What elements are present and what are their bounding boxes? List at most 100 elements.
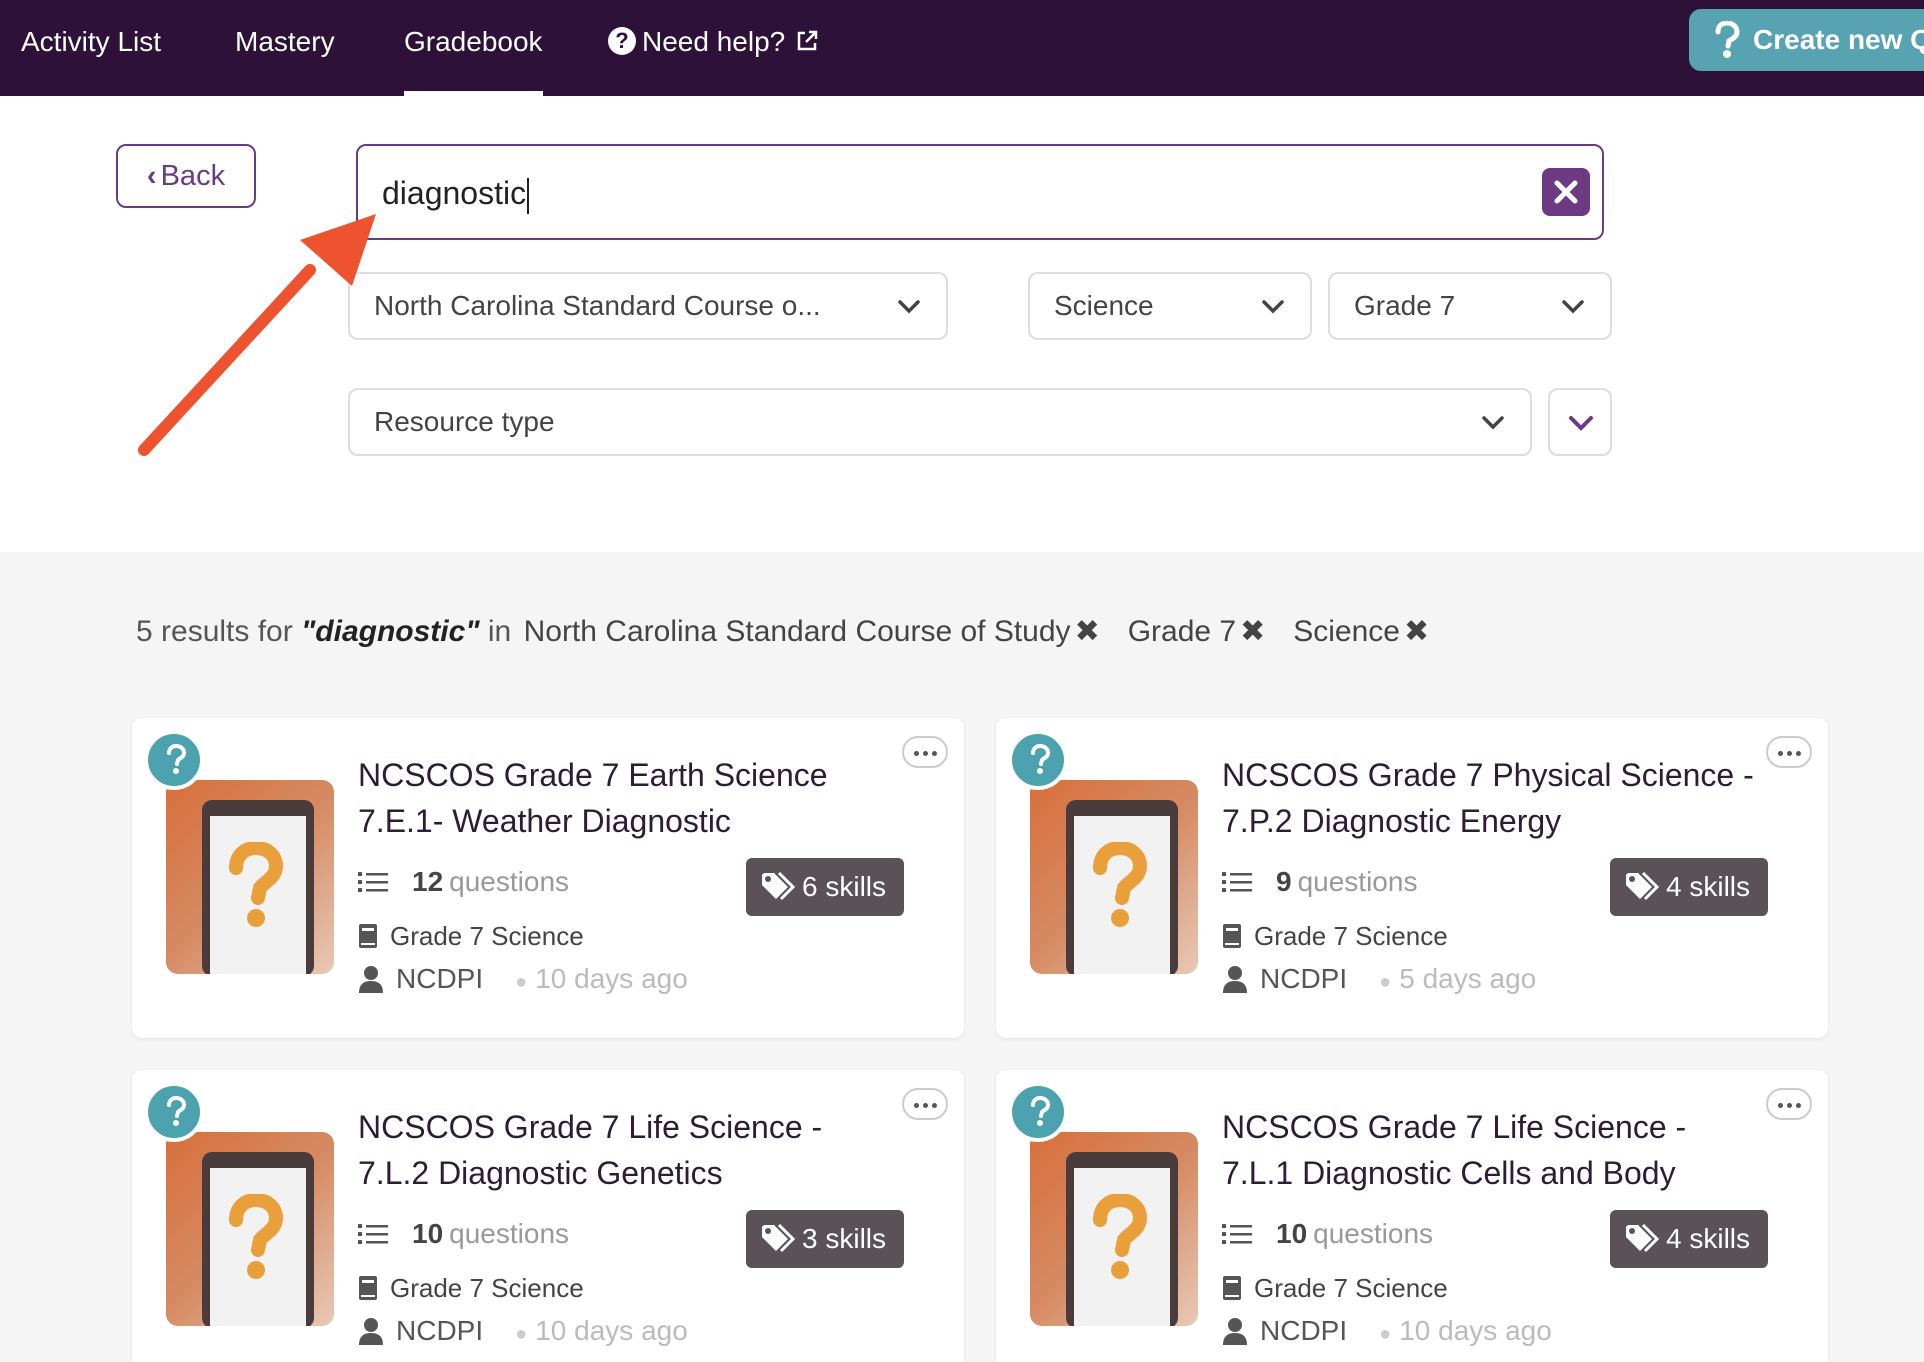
author-line: NCDPI ● 10 days ago [1222, 1312, 1552, 1353]
quiz-thumbnail [166, 1132, 334, 1326]
chevron-down-icon [898, 300, 920, 314]
questions-count: 12 questions [358, 866, 569, 898]
author-name: NCDPI [1260, 963, 1348, 994]
results-summary: 5 results for "diagnostic" in North Caro… [136, 614, 1453, 649]
create-new-quiz-button[interactable]: Create new Q [1689, 9, 1924, 71]
book-icon [359, 1276, 377, 1301]
user-icon [1223, 965, 1247, 993]
updated-time: 10 days ago [1399, 1315, 1552, 1346]
nav-gradebook[interactable]: Gradebook [404, 0, 543, 96]
tags-icon [1626, 872, 1660, 901]
author-name: NCDPI [396, 963, 484, 994]
results-in: in [487, 615, 512, 648]
results-query: "diagnostic" [301, 615, 480, 648]
more-filters-toggle[interactable] [1548, 388, 1612, 456]
course-label: Grade 7 Science [1222, 918, 1448, 954]
course-label: Grade 7 Science [1222, 1270, 1448, 1306]
author-line: NCDPI ● 10 days ago [358, 1312, 688, 1353]
top-navigation: Activity List Mastery Gradebook ? Need he… [0, 0, 1924, 96]
chevron-down-icon [1562, 300, 1584, 314]
external-link-icon [797, 30, 818, 50]
questions-count: 10 questions [358, 1218, 569, 1250]
remove-filter-subject[interactable]: ✖ [1404, 615, 1429, 648]
standard-select-value: North Carolina Standard Course o... [374, 290, 821, 321]
tags-icon [762, 1224, 796, 1253]
user-icon [359, 965, 383, 993]
quizizz-question-icon [1715, 21, 1740, 58]
book-icon [1223, 1276, 1241, 1301]
search-query-text: diagnostic [382, 146, 529, 240]
author-name: NCDPI [396, 1315, 484, 1346]
list-icon [358, 871, 388, 892]
quiz-type-icon [1008, 1082, 1068, 1142]
nav-need-help[interactable]: ? Need help? [608, 0, 819, 96]
quiz-card[interactable]: NCSCOS Grade 7 Life Science - 7.L.1 Diag… [996, 1070, 1828, 1362]
resource-type-value: Resource type [374, 406, 555, 437]
quiz-title[interactable]: NCSCOS Grade 7 Physical Science - 7.P.2 … [1222, 752, 1762, 844]
updated-time: 10 days ago [535, 963, 688, 994]
skills-badge[interactable]: 6 skills [746, 858, 904, 916]
course-label: Grade 7 Science [358, 918, 584, 954]
back-button[interactable]: ‹ Back [116, 144, 256, 208]
chevron-left-icon: ‹ [146, 160, 157, 192]
search-input[interactable]: diagnostic [356, 144, 1604, 240]
quiz-title[interactable]: NCSCOS Grade 7 Life Science - 7.L.2 Diag… [358, 1104, 898, 1196]
author-line: NCDPI ● 5 days ago [1222, 960, 1536, 1001]
chevron-down-icon [1482, 416, 1504, 430]
chevron-down-icon [1569, 416, 1593, 431]
subject-select[interactable]: Science [1028, 272, 1312, 340]
filter-subject: Science [1293, 615, 1400, 648]
book-icon [1223, 924, 1241, 949]
quiz-type-icon [144, 1082, 204, 1142]
updated-time: 10 days ago [535, 1315, 688, 1346]
skills-badge[interactable]: 3 skills [746, 1210, 904, 1268]
questions-count: 10 questions [1222, 1218, 1433, 1250]
quiz-type-icon [1008, 730, 1068, 790]
skills-badge[interactable]: 4 skills [1610, 1210, 1768, 1268]
chevron-down-icon [1262, 300, 1284, 314]
grade-select-value: Grade 7 [1354, 290, 1456, 321]
user-icon [359, 1317, 383, 1345]
remove-filter-standard[interactable]: ✖ [1075, 615, 1100, 648]
list-icon [358, 1223, 388, 1244]
nav-activity-list[interactable]: Activity List [21, 0, 161, 96]
tags-icon [1626, 1224, 1660, 1253]
remove-filter-grade[interactable]: ✖ [1240, 615, 1265, 648]
quiz-title[interactable]: NCSCOS Grade 7 Earth Science 7.E.1- Weat… [358, 752, 898, 844]
standard-select[interactable]: North Carolina Standard Course o... [348, 272, 948, 340]
subject-select-value: Science [1054, 290, 1154, 321]
quiz-thumbnail [1030, 1132, 1198, 1326]
author-name: NCDPI [1260, 1315, 1348, 1346]
skills-badge[interactable]: 4 skills [1610, 858, 1768, 916]
need-help-label: Need help? [642, 26, 786, 57]
clear-search-button[interactable] [1542, 168, 1590, 216]
updated-time: 5 days ago [1399, 963, 1537, 994]
annotation-arrow [138, 214, 376, 456]
more-options-button[interactable] [1766, 1088, 1812, 1120]
nav-mastery[interactable]: Mastery [235, 0, 335, 96]
grade-select[interactable]: Grade 7 [1328, 272, 1612, 340]
quiz-card[interactable]: NCSCOS Grade 7 Physical Science - 7.P.2 … [996, 718, 1828, 1038]
quiz-thumbnail [1030, 780, 1198, 974]
filter-standard: North Carolina Standard Course of Study [523, 615, 1071, 648]
quiz-type-icon [144, 730, 204, 790]
more-options-button[interactable] [902, 1088, 948, 1120]
resource-type-select[interactable]: Resource type [348, 388, 1532, 456]
more-options-button[interactable] [902, 736, 948, 768]
questions-count: 9 questions [1222, 866, 1417, 898]
list-icon [1222, 1223, 1252, 1244]
back-label: Back [160, 160, 226, 192]
course-label: Grade 7 Science [358, 1270, 584, 1306]
quiz-card[interactable]: NCSCOS Grade 7 Life Science - 7.L.2 Diag… [132, 1070, 964, 1362]
quiz-thumbnail [166, 780, 334, 974]
more-options-button[interactable] [1766, 736, 1812, 768]
list-icon [1222, 871, 1252, 892]
results-count: 5 results for [136, 615, 293, 648]
quiz-card[interactable]: NCSCOS Grade 7 Earth Science 7.E.1- Weat… [132, 718, 964, 1038]
book-icon [359, 924, 377, 949]
author-line: NCDPI ● 10 days ago [358, 960, 688, 1001]
filter-grade: Grade 7 [1127, 615, 1237, 648]
question-circle-icon: ? [608, 26, 636, 55]
create-new-label: Create new Q [1753, 24, 1924, 55]
quiz-title[interactable]: NCSCOS Grade 7 Life Science - 7.L.1 Diag… [1222, 1104, 1762, 1196]
